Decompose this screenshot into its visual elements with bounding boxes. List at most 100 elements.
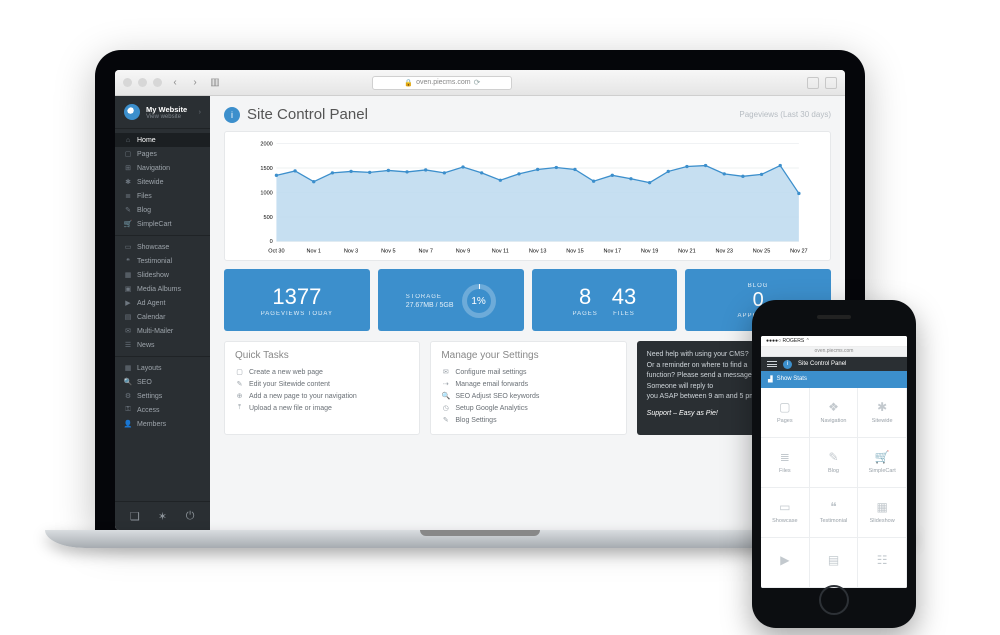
sidebar-item-media-albums[interactable]: ▣Media Albums [115, 282, 210, 296]
svg-text:Nov 21: Nov 21 [678, 248, 695, 254]
setting-item[interactable]: ✎Blog Settings [441, 414, 615, 426]
quick-task-item[interactable]: ✎Edit your Sitewide content [235, 378, 409, 390]
setting-item[interactable]: 🔍SEO Adjust SEO keywords [441, 390, 615, 402]
phone-cell-navigation[interactable]: ❖Navigation [810, 388, 859, 438]
sidebar-item-blog[interactable]: ✎Blog [115, 203, 210, 217]
sidebar-item-label: News [137, 342, 155, 349]
browser-forward-icon[interactable]: › [188, 76, 202, 90]
carrier-label: ROGERS [783, 338, 805, 344]
phone-cell-files[interactable]: ≣Files [761, 438, 810, 488]
phone-cell-label: Sitewide [872, 418, 893, 424]
phone-app-header: i Site Control Panel [761, 357, 907, 371]
blog-icon: ✎ [124, 206, 132, 214]
storage-donut: 1% [462, 284, 496, 318]
browser-sidebar-icon[interactable]: ▥ [208, 76, 222, 90]
quick-tasks-panel: Quick Tasks ▢Create a new web page✎Edit … [224, 341, 420, 435]
show-stats-button[interactable]: ▟ Show Stats [761, 371, 907, 388]
quick-task-item[interactable]: ▢Create a new web page [235, 366, 409, 378]
sidebar-item-files[interactable]: ≣Files [115, 189, 210, 203]
quick-task-item[interactable]: ⤒Upload a new file or image [235, 402, 409, 414]
power-icon[interactable]: ⏻ [183, 509, 197, 523]
sidebar-item-seo[interactable]: 🔍SEO [115, 375, 210, 389]
row-icon: ✉ [441, 368, 450, 376]
tile-pages-files[interactable]: 8 Pages 43 Files [532, 269, 678, 331]
sidebar-item-label: Pages [137, 151, 157, 158]
reload-icon[interactable]: ⟳ [474, 78, 481, 87]
setting-item[interactable]: ◷Setup Google Analytics [441, 402, 615, 414]
phone-cell-simplecart[interactable]: 🛒SimpleCart [858, 438, 907, 488]
chevron-right-icon: › [199, 109, 201, 116]
sidebar-item-label: Layouts [137, 365, 162, 372]
browser-back-icon[interactable]: ‹ [168, 76, 182, 90]
setting-item[interactable]: ⇢Manage email forwards [441, 378, 615, 390]
pages-icon: ▢ [779, 400, 790, 414]
sidebar: My Website View website › ⌂ Home ▢Pages⊞Na… [115, 96, 210, 530]
browser-share-icon[interactable] [807, 77, 819, 89]
chart-subtitle: Pageviews (Last 30 days) [739, 110, 831, 119]
sidebar-item-multi-mailer[interactable]: ✉Multi-Mailer [115, 324, 210, 338]
phone-cell-label: Blog [828, 468, 839, 474]
tile-storage[interactable]: Storage 27.67MB / 5GB 1% [378, 269, 524, 331]
svg-text:2000: 2000 [260, 141, 272, 147]
phone-cell-testimonial[interactable]: ❝Testimonial [810, 488, 859, 538]
sidebar-item-ad-agent[interactable]: ▶ Ad Agent [115, 296, 210, 310]
debug-icon[interactable]: ❑ [128, 509, 142, 523]
sidebar-item-showcase[interactable]: ▭Showcase [115, 240, 210, 254]
phone-cell-sitewide[interactable]: ✱ Sitewide [858, 388, 907, 438]
calendar-icon: ▤ [124, 313, 132, 321]
phone-cell-pages[interactable]: ▢Pages [761, 388, 810, 438]
sidebar-site-header[interactable]: My Website View website › [115, 96, 210, 129]
window-dot[interactable] [138, 78, 147, 87]
sidebar-item-home[interactable]: ⌂ Home [115, 133, 210, 147]
browser-tabs-icon[interactable] [825, 77, 837, 89]
sidebar-item-layouts[interactable]: ▦ Layouts [115, 361, 210, 375]
window-dot[interactable] [123, 78, 132, 87]
phone-cell-slideshow[interactable]: ▦Slideshow [858, 488, 907, 538]
sidebar-item-members[interactable]: 👤Members [115, 417, 210, 431]
setting-item[interactable]: ✉Configure mail settings [441, 366, 615, 378]
testimonial-icon: ❝ [124, 257, 132, 265]
phone-cell-calendar[interactable]: ▤ [810, 538, 859, 588]
phone-cell-media[interactable]: ☷ [858, 538, 907, 588]
row-label: Edit your Sitewide content [249, 381, 330, 388]
sidebar-item-navigation[interactable]: ⊞Navigation [115, 161, 210, 175]
svg-text:Nov 13: Nov 13 [529, 248, 546, 254]
sidebar-item-label: Files [137, 193, 152, 200]
quick-task-item[interactable]: ⊕Add a new page to your navigation [235, 390, 409, 402]
tile-pageviews-today[interactable]: 1377 Pageviews Today [224, 269, 370, 331]
ad-agent-icon: ▶ [124, 299, 132, 307]
row-icon: ⊕ [235, 392, 244, 400]
sidebar-item-label: Home [137, 137, 156, 144]
svg-text:Nov 3: Nov 3 [344, 248, 358, 254]
phone-cell-ad-agent[interactable]: ▶ [761, 538, 810, 588]
sidebar-item-sitewide[interactable]: ✱Sitewide [115, 175, 210, 189]
hamburger-icon[interactable] [767, 359, 777, 369]
sidebar-item-settings[interactable]: ⚙Settings [115, 389, 210, 403]
layouts-icon: ▦ [124, 364, 132, 372]
phone-screen: ●●●●○ ROGERS ⌃ oven.piecms.com i Site Co… [761, 336, 907, 588]
phone-cell-blog[interactable]: ✎Blog [810, 438, 859, 488]
svg-text:500: 500 [264, 215, 273, 221]
home-icon: ⌂ [124, 136, 132, 144]
window-dot[interactable] [153, 78, 162, 87]
svg-text:Nov 9: Nov 9 [456, 248, 470, 254]
settings-icon: ⚙ [124, 392, 132, 400]
bug-icon[interactable]: ✶ [155, 509, 169, 523]
sitewide-icon: ✱ [877, 400, 887, 414]
sidebar-item-slideshow[interactable]: ▦Slideshow [115, 268, 210, 282]
sidebar-item-label: Ad Agent [137, 300, 165, 307]
laptop-screen: ‹ › ▥ 🔒 oven.piecms.com ⟳ My Website [115, 70, 845, 530]
svg-text:Nov 5: Nov 5 [381, 248, 395, 254]
info-icon: i [224, 107, 240, 123]
browser-url-field[interactable]: 🔒 oven.piecms.com ⟳ [372, 76, 512, 90]
phone-url-bar[interactable]: oven.piecms.com [761, 347, 907, 358]
sidebar-item-pages[interactable]: ▢Pages [115, 147, 210, 161]
sidebar-item-label: SEO [137, 379, 152, 386]
sidebar-item-news[interactable]: ☰News [115, 338, 210, 352]
sidebar-item-calendar[interactable]: ▤Calendar [115, 310, 210, 324]
sidebar-item-access[interactable]: ⚿Access [115, 403, 210, 417]
sidebar-item-simplecart[interactable]: 🛒SimpleCart [115, 217, 210, 231]
phone-cell-showcase[interactable]: ▭Showcase [761, 488, 810, 538]
sidebar-item-testimonial[interactable]: ❝Testimonial [115, 254, 210, 268]
info-icon: i [783, 360, 792, 369]
